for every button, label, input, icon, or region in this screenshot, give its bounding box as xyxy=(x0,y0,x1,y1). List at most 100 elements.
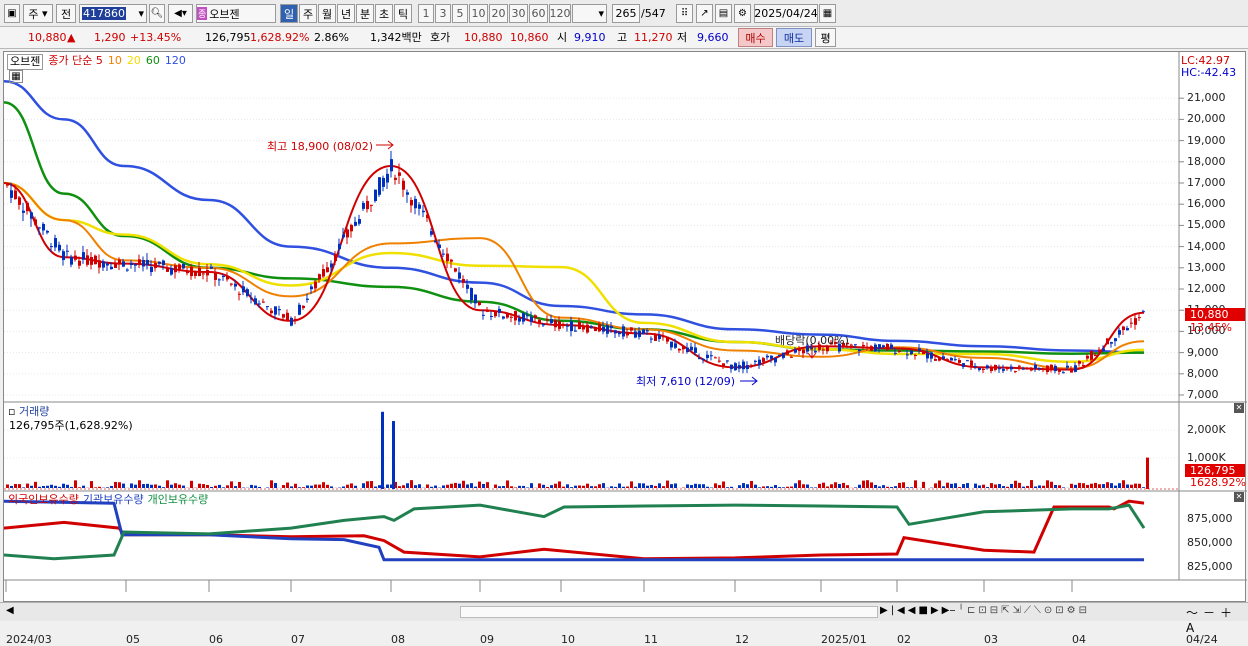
volume-bar xyxy=(1054,485,1057,488)
date-input[interactable]: 2025/04/24 xyxy=(754,4,818,23)
period-tab-4[interactable]: 분 xyxy=(356,4,374,23)
code-input[interactable]: 417860▾ xyxy=(79,4,147,23)
candle-body xyxy=(366,201,369,209)
volume-bar xyxy=(866,480,869,488)
avg-button[interactable]: 평 xyxy=(815,28,836,47)
volume-bar xyxy=(450,484,453,488)
count-input[interactable]: 265 xyxy=(612,4,640,23)
interval-button-10[interactable]: 10 xyxy=(469,4,488,23)
chart-area[interactable]: 오브젠 종가 단순 5102060120 ▦ LC:42.97 HC:-42.4… xyxy=(3,51,1246,602)
candle-body xyxy=(1018,366,1021,367)
volume-bar xyxy=(998,484,1001,488)
holding-legend-1[interactable]: 기관보유수량 xyxy=(83,493,144,507)
close-holding-icon[interactable]: ✕ xyxy=(1234,492,1244,502)
holding-tick-2: 825,000 xyxy=(1187,560,1233,573)
settings-dots-icon[interactable]: ⠿ xyxy=(676,4,693,23)
holding-legend-2[interactable]: 개인보유수량 xyxy=(148,493,209,507)
buy-button[interactable]: 매수 xyxy=(738,28,773,47)
gear-icon[interactable]: ⚙ xyxy=(734,4,751,23)
candle-body xyxy=(546,319,549,320)
speaker-icon[interactable]: ◀▾ xyxy=(168,4,193,23)
scrollbar-thumb[interactable] xyxy=(460,606,878,618)
sell-button[interactable]: 매도 xyxy=(776,28,812,47)
volume-bar xyxy=(906,487,909,488)
candle-body xyxy=(742,362,745,370)
volume-bar xyxy=(1018,483,1021,488)
window-menu-icon[interactable]: ▣ xyxy=(4,4,20,23)
volume-bar xyxy=(766,486,769,488)
total-count: /547 xyxy=(641,7,666,21)
period-tab-0[interactable]: 일 xyxy=(280,4,298,23)
volume-bar xyxy=(378,485,381,488)
search-icon[interactable]: 🔍︎ xyxy=(149,4,165,23)
volume-bar xyxy=(886,487,889,488)
ma-legend-1[interactable]: 10 xyxy=(108,54,122,70)
period-tab-2[interactable]: 월 xyxy=(318,4,336,23)
candle-body xyxy=(1090,351,1093,360)
volume-bar xyxy=(326,485,329,488)
candle-body xyxy=(706,355,709,358)
high-arrow-icon xyxy=(376,141,393,149)
close-volume-icon[interactable]: ✕ xyxy=(1234,403,1244,413)
volume-bar xyxy=(706,487,709,488)
holding-legend-0[interactable]: 외국인보유수량 xyxy=(8,493,79,507)
candle-body xyxy=(98,260,101,267)
candle-body xyxy=(42,224,45,230)
zoom-controls-icon[interactable]: 〜－＋A xyxy=(1186,604,1248,635)
candle-body xyxy=(222,276,225,277)
candle-body xyxy=(606,325,609,334)
stock-name-field[interactable]: 종오브젠 xyxy=(196,4,276,23)
candle-body xyxy=(446,254,449,262)
volume-bar xyxy=(938,481,941,488)
drawing-tools-icon[interactable]: ⎯╵⊏⊡⊟⇱⇲⟋⟍⊙⊡⚙⊟ xyxy=(950,605,1090,616)
interval-button-1[interactable]: 1 xyxy=(418,4,434,23)
candle-body xyxy=(686,348,689,352)
candle-body xyxy=(250,298,253,299)
ma-legend-4[interactable]: 120 xyxy=(165,54,186,70)
volume-bar xyxy=(274,483,277,488)
volume-bar xyxy=(690,485,693,488)
scroll-left-icon[interactable]: ◀ xyxy=(6,605,14,616)
interval-button-60[interactable]: 60 xyxy=(529,4,548,23)
interval-dropdown[interactable]: ▾ xyxy=(572,4,607,23)
volume-bar xyxy=(218,485,221,488)
candle-body xyxy=(390,159,393,171)
candle-body xyxy=(254,298,257,304)
period-tab-6[interactable]: 틱 xyxy=(394,4,412,23)
period-tab-3[interactable]: 년 xyxy=(337,4,355,23)
interval-button-3[interactable]: 3 xyxy=(435,4,451,23)
candle-body xyxy=(514,311,517,320)
calendar-icon[interactable]: ▦ xyxy=(819,4,836,23)
volume-bar xyxy=(594,486,597,488)
market-select[interactable]: 주 ▾ xyxy=(23,4,53,23)
stock-name-label[interactable]: 오브젠 xyxy=(7,54,43,70)
save-icon[interactable]: ▤ xyxy=(715,4,732,23)
interval-button-5[interactable]: 5 xyxy=(452,4,468,23)
interval-button-20[interactable]: 20 xyxy=(489,4,508,23)
ma-legend-3[interactable]: 60 xyxy=(146,54,160,70)
period-tab-1[interactable]: 주 xyxy=(299,4,317,23)
open-label: 시 xyxy=(557,31,567,45)
ma-legend-0[interactable]: 종가 단순 5 xyxy=(48,54,102,70)
volume-bar xyxy=(430,487,433,488)
bid-label: 호가 xyxy=(430,31,450,45)
interval-button-120[interactable]: 120 xyxy=(549,4,571,23)
candle-body xyxy=(454,268,457,271)
candle-body xyxy=(266,306,269,307)
grid-icon[interactable]: ▦ xyxy=(9,70,23,83)
candle-body xyxy=(622,326,625,336)
chart-icon[interactable]: ↗ xyxy=(696,4,713,23)
candle-body xyxy=(438,245,441,249)
candle-body xyxy=(662,336,665,337)
ma-legend-2[interactable]: 20 xyxy=(127,54,141,70)
prev-button[interactable]: 전 xyxy=(56,4,76,23)
candle-body xyxy=(926,353,929,358)
interval-button-30[interactable]: 30 xyxy=(509,4,528,23)
holding-tick-0: 875,000 xyxy=(1187,512,1233,525)
volume-bar xyxy=(554,484,557,488)
play-controls-icon[interactable]: ▶|◀◀■▶▶ xyxy=(880,605,952,616)
volume-bar xyxy=(1126,485,1129,488)
period-tab-5[interactable]: 초 xyxy=(375,4,393,23)
volume-bar xyxy=(482,484,485,488)
candle-body xyxy=(1058,369,1061,372)
